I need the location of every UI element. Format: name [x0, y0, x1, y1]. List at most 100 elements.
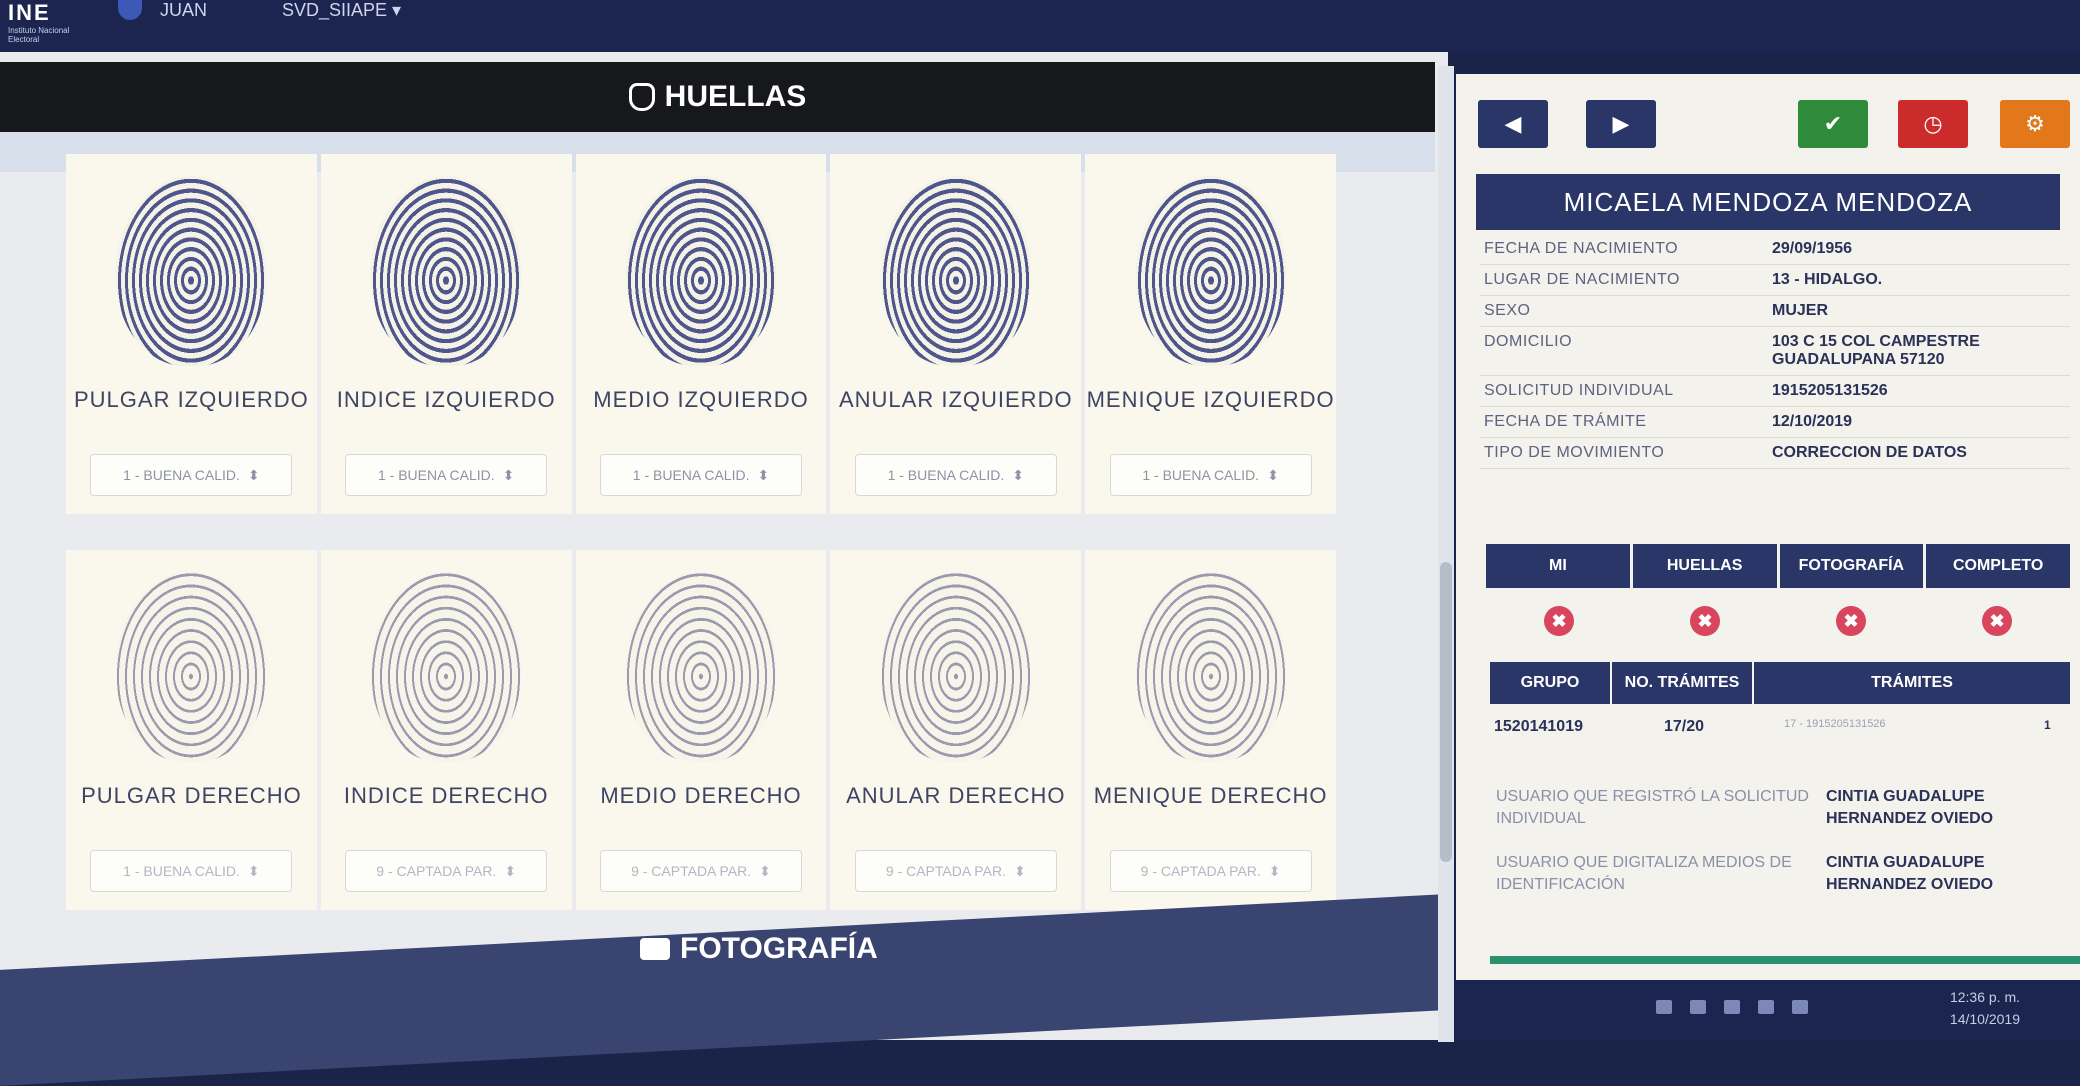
info-value: 12/10/2019: [1772, 413, 1853, 430]
quality-value: 1 - BUENA CALID.: [1142, 467, 1260, 483]
select-arrow-icon: ⬍: [247, 466, 260, 483]
alert-button[interactable]: ⚙: [2000, 100, 2070, 148]
user-icon[interactable]: [118, 0, 142, 20]
quality-value: 9 - CAPTADA PAR.: [631, 863, 752, 879]
check-icon: ✔: [1823, 111, 1843, 136]
fotografia-title-group[interactable]: FOTOGRAFÍA: [640, 932, 878, 966]
user-label: USUARIO QUE REGISTRÓ LA SOLICITUD INDIVI…: [1496, 788, 1809, 827]
tray-icon[interactable]: [1656, 1000, 1672, 1014]
finger-name: MEDIO DERECHO: [600, 783, 802, 808]
finger-card: MEDIO IZQUIERDO 1 - BUENA CALID. ⬍: [575, 154, 827, 514]
clock-icon: ◷: [1923, 111, 1943, 136]
finger-card: PULGAR DERECHO 1 - BUENA CALID. ⬍: [66, 550, 317, 910]
top-bar: INE Instituto Nacional Electoral JUAN SV…: [0, 0, 2080, 52]
finger-name: ANULAR IZQUIERDO: [838, 387, 1073, 412]
finger-name: INDICE DERECHO: [343, 783, 549, 808]
select-arrow-icon: ⬍: [1267, 466, 1279, 483]
info-row: SOLICITUD INDIVIDUAL 1915205131526: [1480, 376, 2070, 407]
select-arrow-icon: ⬍: [1012, 466, 1024, 483]
quality-select[interactable]: 9 - CAPTADA PAR. ⬍: [345, 850, 548, 892]
finger-card: PULGAR IZQUIERDO 1 - BUENA CALID. ⬍: [66, 154, 317, 514]
quality-value: 9 - CAPTADA PAR.: [1140, 863, 1261, 879]
status-header: MI HUELLAS FOTOGRAFÍA COMPLETO: [1486, 544, 2070, 588]
gear-icon: ⚙: [2025, 111, 2045, 136]
system-menu[interactable]: SVD_SIIAPE ▾: [282, 0, 401, 21]
scrollbar-thumb[interactable]: [1440, 562, 1452, 862]
quality-select[interactable]: 1 - BUENA CALID. ⬍: [90, 454, 293, 496]
fingerprint-image: [880, 176, 1031, 366]
user-label: USUARIO QUE DIGITALIZA MEDIOS DE IDENTIF…: [1496, 854, 1792, 893]
close-icon: ✖: [1690, 606, 1720, 636]
previous-button[interactable]: ◀: [1478, 100, 1548, 148]
info-value: CORRECCION DE DATOS: [1772, 444, 1967, 461]
fingerprint-image: [371, 176, 522, 366]
info-label: SOLICITUD INDIVIDUAL: [1484, 382, 1674, 399]
next-button[interactable]: ▶: [1586, 100, 1656, 148]
tray-icon[interactable]: [1690, 1000, 1706, 1014]
quality-select[interactable]: 1 - BUENA CALID. ⬍: [90, 850, 293, 892]
quality-value: 1 - BUENA CALID.: [887, 467, 1005, 483]
quality-select[interactable]: 1 - BUENA CALID. ⬍: [1109, 454, 1312, 496]
quality-select[interactable]: 1 - BUENA CALID. ⬍: [854, 454, 1057, 496]
user-row: USUARIO QUE DIGITALIZA MEDIOS DE IDENTIF…: [1496, 852, 2066, 896]
info-value: MUJER: [1772, 302, 1829, 319]
person-info: FECHA DE NACIMIENTO 29/09/1956 LUGAR DE N…: [1480, 234, 2070, 469]
status-col-fotografia: FOTOGRAFÍA: [1779, 544, 1924, 588]
huellas-header: HUELLAS: [0, 62, 1435, 132]
tramites-row: 1520141019 17/20 17 - 1915205131526 1: [1494, 718, 2064, 736]
info-value: 13 - HIDALGO.: [1772, 271, 1883, 288]
quality-value: 1 - BUENA CALID.: [377, 467, 495, 483]
user-menu[interactable]: JUAN: [160, 0, 207, 21]
select-arrow-icon: ⬍: [757, 466, 770, 483]
quality-value: 1 - BUENA CALID.: [123, 863, 240, 879]
tray-icon[interactable]: [1792, 1000, 1808, 1014]
status-strip: [1490, 956, 2080, 964]
info-value: 1915205131526: [1772, 382, 1888, 399]
select-arrow-icon: ⬍: [1013, 862, 1026, 879]
quality-select[interactable]: 9 - CAPTADA PAR. ⬍: [1109, 850, 1312, 892]
finger-name: MENIQUE IZQUIERDO: [1086, 387, 1335, 412]
select-arrow-icon: ⬍: [759, 862, 771, 879]
info-label: FECHA DE NACIMIENTO: [1484, 240, 1679, 257]
quality-select[interactable]: 9 - CAPTADA PAR. ⬍: [599, 850, 802, 892]
finger-card: ANULAR DERECHO 9 - CAPTADA PAR. ⬍: [830, 550, 1082, 910]
info-row: TIPO DE MOVIMIENTO CORRECCION DE DATOS: [1480, 438, 2070, 469]
status-col-huellas: HUELLAS: [1632, 544, 1777, 588]
finger-name: MENIQUE DERECHO: [1093, 783, 1328, 808]
fotografia-header[interactable]: [0, 894, 1448, 1086]
tramites-value: 17 - 1915205131526: [1784, 718, 1886, 730]
arrow-left-icon: ◀: [1504, 111, 1522, 136]
grupo-value: 1520141019: [1494, 718, 1583, 735]
fingerprint-image: [880, 572, 1031, 762]
logo-subtitle: Instituto Nacional Electoral: [8, 26, 70, 44]
info-label: SEXO: [1484, 302, 1531, 319]
quality-select[interactable]: 1 - BUENA CALID. ⬍: [599, 454, 802, 496]
tray-icon[interactable]: [1724, 1000, 1740, 1014]
quality-select[interactable]: 9 - CAPTADA PAR. ⬍: [854, 850, 1057, 892]
no-tramites-value: 17/20: [1664, 718, 1705, 735]
hand-icon: [628, 83, 655, 111]
finger-name: PULGAR DERECHO: [81, 783, 302, 808]
info-label: FECHA DE TRÁMITE: [1484, 413, 1647, 430]
info-row: LUGAR DE NACIMIENTO 13 - HIDALGO.: [1480, 265, 2070, 296]
fingerprint-image: [116, 176, 267, 366]
col-no-tramites: NO. TRÁMITES: [1612, 662, 1752, 704]
pending-button[interactable]: ◷: [1898, 100, 1968, 148]
clock[interactable]: 12:36 p. m. 14/10/2019: [1950, 986, 2020, 1030]
select-arrow-icon: ⬍: [502, 466, 515, 483]
approve-button[interactable]: ✔: [1798, 100, 1868, 148]
user-value: CINTIA GUADALUPE HERNANDEZ OVIEDO: [1826, 854, 1994, 893]
info-value: 103 C 15 COL CAMPESTRE GUADALUPANA 57120: [1772, 333, 1980, 368]
select-arrow-icon: ⬍: [1268, 862, 1281, 879]
tramites-count: 1: [2044, 718, 2051, 732]
fingerprint-image: [625, 176, 776, 366]
info-label: LUGAR DE NACIMIENTO: [1484, 271, 1680, 288]
info-row: DOMICILIO 103 C 15 COL CAMPESTRE GUADALUP…: [1480, 327, 2070, 376]
fingerprint-image: [625, 572, 776, 762]
finger-card: MEDIO DERECHO 9 - CAPTADA PAR. ⬍: [575, 550, 827, 910]
scrollbar-track[interactable]: [1438, 66, 1454, 1042]
tray-icon[interactable]: [1758, 1000, 1774, 1014]
finger-card: MENIQUE IZQUIERDO 1 - BUENA CALID. ⬍: [1085, 154, 1336, 514]
quality-select[interactable]: 1 - BUENA CALID. ⬍: [345, 454, 548, 496]
huellas-title: HUELLAS: [664, 80, 807, 113]
